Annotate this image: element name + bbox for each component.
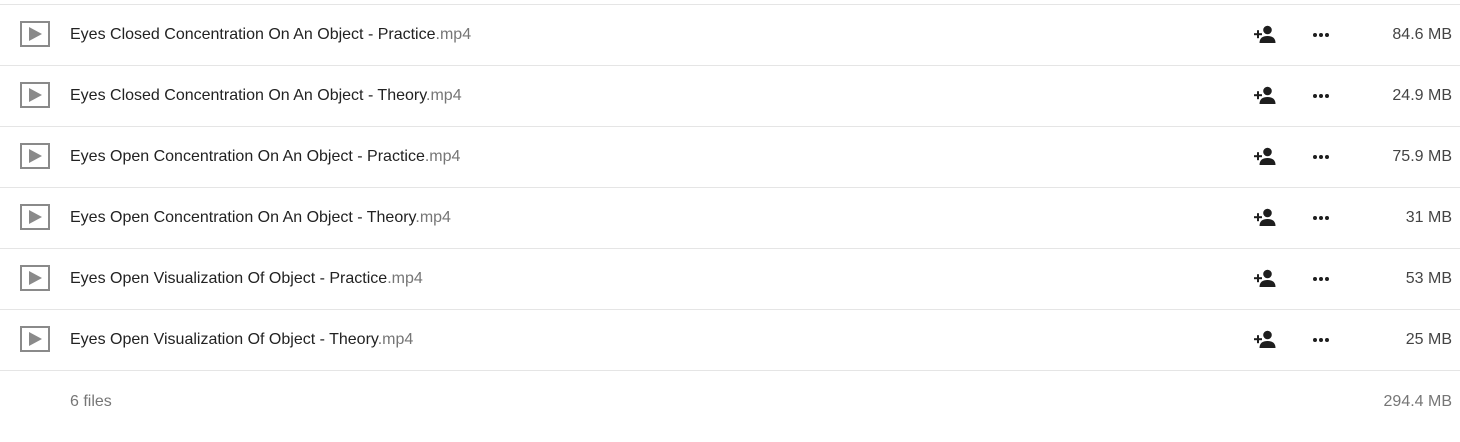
more-horizontal-icon: [1313, 216, 1329, 220]
file-row[interactable]: Eyes Closed Concentration On An Object -…: [0, 5, 1460, 66]
share-button[interactable]: [1252, 206, 1278, 230]
more-options-button[interactable]: [1309, 206, 1333, 230]
video-play-icon: [20, 204, 50, 230]
more-horizontal-icon: [1313, 94, 1329, 98]
file-rows: Eyes Closed Concentration On An Object -…: [0, 5, 1460, 433]
file-row[interactable]: Eyes Open Visualization Of Object - Prac…: [0, 249, 1460, 310]
more-horizontal-icon: [1313, 277, 1329, 281]
more-options-button[interactable]: [1309, 23, 1333, 47]
more-options-button[interactable]: [1309, 145, 1333, 169]
file-size: 84.6 MB: [1392, 26, 1452, 43]
file-name-base: Eyes Open Concentration On An Object - P…: [70, 148, 425, 165]
more-options-button[interactable]: [1309, 84, 1333, 108]
add-person-icon: [1254, 25, 1276, 43]
file-list: Eyes Closed Concentration On An Object -…: [0, 0, 1460, 442]
file-count: 6 files: [70, 393, 112, 410]
add-person-icon: [1254, 147, 1276, 165]
share-button[interactable]: [1252, 328, 1278, 352]
file-name-base: Eyes Open Visualization Of Object - Prac…: [70, 270, 388, 287]
video-play-icon: [20, 21, 50, 47]
file-size: 24.9 MB: [1392, 87, 1452, 104]
video-play-icon: [20, 143, 50, 169]
file-row[interactable]: Eyes Open Concentration On An Object - T…: [0, 188, 1460, 249]
add-person-icon: [1254, 269, 1276, 287]
file-extension: .mp4: [435, 26, 472, 43]
file-extension: .mp4: [377, 331, 414, 348]
add-person-icon: [1254, 330, 1276, 348]
video-play-icon: [20, 82, 50, 108]
file-extension: .mp4: [415, 209, 451, 226]
file-name[interactable]: Eyes Open Visualization Of Object - Theo…: [70, 310, 413, 370]
file-name[interactable]: Eyes Open Concentration On An Object - P…: [70, 127, 460, 187]
file-row[interactable]: Eyes Closed Concentration On An Object -…: [0, 66, 1460, 127]
folder-summary: 6 files 294.4 MB: [0, 371, 1460, 433]
file-name[interactable]: Eyes Closed Concentration On An Object -…: [70, 66, 462, 126]
file-size: 53 MB: [1405, 270, 1452, 287]
share-button[interactable]: [1252, 84, 1278, 108]
file-row[interactable]: Eyes Open Concentration On An Object - P…: [0, 127, 1460, 188]
video-play-icon: [20, 265, 50, 291]
file-name-base: Eyes Open Visualization Of Object - Theo…: [70, 331, 378, 348]
add-person-icon: [1254, 208, 1276, 226]
video-play-icon: [20, 326, 50, 352]
file-size: 75.9 MB: [1392, 148, 1452, 165]
add-person-icon: [1254, 86, 1276, 104]
more-horizontal-icon: [1313, 33, 1329, 37]
file-row[interactable]: Eyes Open Visualization Of Object - Theo…: [0, 310, 1460, 371]
more-options-button[interactable]: [1309, 328, 1333, 352]
more-horizontal-icon: [1313, 338, 1329, 342]
total-size: 294.4 MB: [1383, 393, 1452, 410]
file-name-base: Eyes Closed Concentration On An Object -…: [70, 26, 436, 43]
share-button[interactable]: [1252, 145, 1278, 169]
more-options-button[interactable]: [1309, 267, 1333, 291]
file-extension: .mp4: [426, 87, 462, 104]
share-button[interactable]: [1252, 23, 1278, 47]
file-extension: .mp4: [387, 270, 423, 287]
file-name-base: Eyes Closed Concentration On An Object -…: [70, 87, 427, 104]
file-name[interactable]: Eyes Open Concentration On An Object - T…: [70, 188, 451, 248]
more-horizontal-icon: [1313, 155, 1329, 159]
file-name[interactable]: Eyes Open Visualization Of Object - Prac…: [70, 249, 423, 309]
share-button[interactable]: [1252, 267, 1278, 291]
file-name-base: Eyes Open Concentration On An Object - T…: [70, 209, 416, 226]
file-size: 25 MB: [1405, 331, 1452, 348]
file-size: 31 MB: [1405, 209, 1452, 226]
file-name[interactable]: Eyes Closed Concentration On An Object -…: [70, 5, 471, 65]
file-extension: .mp4: [424, 148, 461, 165]
